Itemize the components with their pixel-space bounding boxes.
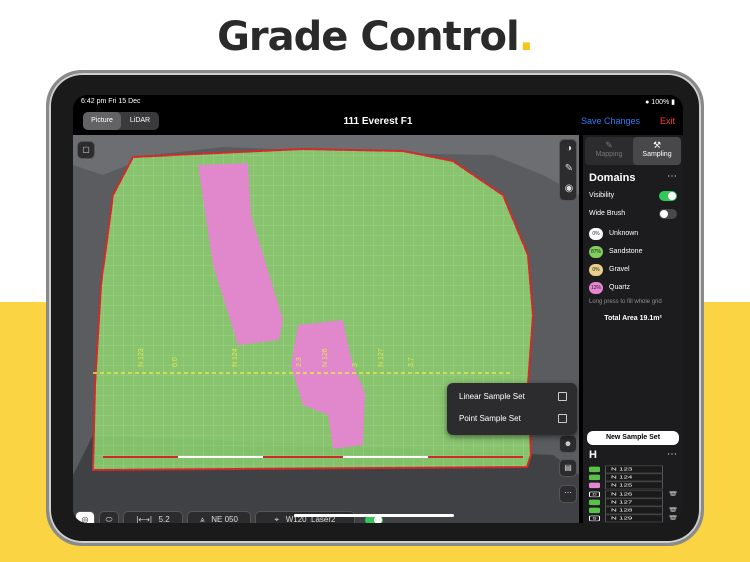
s-icon[interactable]: S [589, 515, 600, 522]
tab-mapping[interactable]: ✎ Mapping [585, 137, 633, 165]
domain-percent: 87% [589, 246, 603, 258]
map-tools-column: ◑ ✎ ◉ [559, 139, 577, 201]
panel-tabs: ✎ Mapping ⚒ Sampling [585, 137, 681, 165]
domain-row-gravel[interactable]: 0% Gravel [589, 263, 679, 277]
sample-set-title: H [589, 449, 597, 461]
menu-item-linear[interactable]: Linear Sample Set [459, 386, 525, 408]
fill-hint: Long press to fill whole grid [589, 299, 662, 305]
comment-icon[interactable] [589, 466, 600, 473]
grid-label: N 127 [378, 348, 385, 367]
crosshair-icon: ⌖ [274, 515, 280, 523]
status-battery: ● 100% ▮ [645, 99, 675, 106]
total-area: Total Area 19.1m² [604, 315, 662, 322]
visibility-label: Visibility [589, 192, 615, 199]
bearing-field[interactable]: ⩓ NE 050 [187, 511, 251, 523]
person-icon[interactable]: ☻ [559, 435, 577, 453]
wide-brush-label: Wide Brush [589, 210, 626, 217]
bottom-toolbar: ◎ ⬭ |⟷| 5.2 ⩓ NE 050 ⌖ W120_Laser2 [73, 511, 579, 523]
pen-icon[interactable]: ✎ [560, 163, 578, 174]
segment-picture[interactable]: Picture [83, 112, 121, 130]
app-screen: 6:42 pm Fri 15 Dec ● 100% ▮ Picture LiDA… [73, 95, 683, 523]
grid-label: N 123 [138, 348, 145, 367]
width-icon: |⟷| [136, 515, 152, 523]
domain-name: Sandstone [609, 248, 643, 255]
laser-field[interactable]: ⌖ W120_Laser2 [255, 511, 355, 523]
domain-row-quartz[interactable]: 13% Quartz [589, 281, 679, 295]
document-icon[interactable]: ▤ [559, 459, 577, 477]
tab-sampling[interactable]: ⚒ Sampling [633, 137, 681, 165]
eye-icon[interactable]: ◉ [560, 183, 578, 194]
map-drawing: N 123 0.0 N 124 2.3 N 126 3 N 127 3.7 [73, 135, 579, 523]
grid-label: 3 [352, 363, 359, 367]
target-icon[interactable]: ◎ [75, 511, 95, 523]
hammer-icon: ⚒ [652, 140, 662, 150]
comment-icon[interactable] [589, 474, 600, 481]
fullscreen-button[interactable]: ▢ [77, 141, 95, 159]
wide-brush-row: Wide Brush [589, 207, 679, 221]
domain-name: Quartz [609, 284, 631, 291]
exit-button[interactable]: Exit [660, 116, 675, 126]
domain-row-sandstone[interactable]: 87% Sandstone [589, 245, 679, 259]
home-indicator [294, 514, 454, 517]
point-icon [558, 414, 567, 423]
grid-label: 2.3 [296, 357, 303, 367]
width-field[interactable]: |⟷| 5.2 [123, 511, 183, 523]
domain-name: Gravel [609, 266, 630, 273]
linear-icon [558, 392, 567, 401]
map-canvas[interactable]: N 123 0.0 N 124 2.3 N 126 3 N 127 3.7 ▢ … [73, 135, 579, 523]
tablet-frame: 6:42 pm Fri 15 Dec ● 100% ▮ Picture LiDA… [46, 70, 704, 546]
status-bar: 6:42 pm Fri 15 Dec ● 100% ▮ [73, 95, 683, 109]
domain-row-unknown[interactable]: 0% Unknown [589, 227, 679, 241]
grid-label: N 124 [232, 348, 239, 367]
sample-type-menu: Linear Sample Set Point Sample Set [447, 383, 577, 435]
wide-brush-toggle[interactable] [659, 209, 677, 219]
sample-list-overflow [626, 446, 726, 546]
segment-lidar[interactable]: LiDAR [121, 112, 159, 130]
comment-icon[interactable] [589, 499, 600, 505]
menu-item-point[interactable]: Point Sample Set [459, 408, 521, 430]
save-changes-button[interactable]: Save Changes [581, 116, 640, 126]
pencil-icon: ✎ [605, 140, 613, 150]
domains-title: Domains [589, 172, 636, 184]
domain-percent: 0% [589, 228, 603, 240]
grid-label: 0.0 [172, 357, 179, 367]
visibility-row: Visibility [589, 189, 679, 203]
more-icon[interactable]: ⋯ [559, 485, 577, 503]
new-sample-set-button[interactable]: New Sample Set [587, 431, 679, 445]
contrast-icon[interactable]: ◑ [560, 143, 578, 154]
nav-bar: Picture LiDAR 111 Everest F1 Save Change… [73, 109, 683, 133]
grid-label: 3.7 [408, 357, 415, 367]
page-headline: Grade Control. [217, 14, 534, 60]
grid-label: N 126 [322, 348, 329, 367]
comment-icon[interactable] [589, 507, 600, 514]
comment-icon[interactable] [589, 483, 600, 489]
source-segmented-control: Picture LiDAR [83, 112, 159, 130]
status-time: 6:42 pm Fri 15 Dec [81, 98, 141, 105]
domain-name: Unknown [609, 230, 639, 237]
compass-icon: ⩓ [200, 515, 205, 523]
visibility-toggle[interactable] [659, 191, 677, 201]
domain-percent: 0% [589, 264, 603, 276]
d-icon[interactable]: D [589, 491, 600, 497]
domains-more-icon[interactable]: ⋯ [667, 171, 677, 182]
shape-icon[interactable]: ⬭ [99, 511, 119, 523]
domain-percent: 13% [589, 282, 603, 294]
